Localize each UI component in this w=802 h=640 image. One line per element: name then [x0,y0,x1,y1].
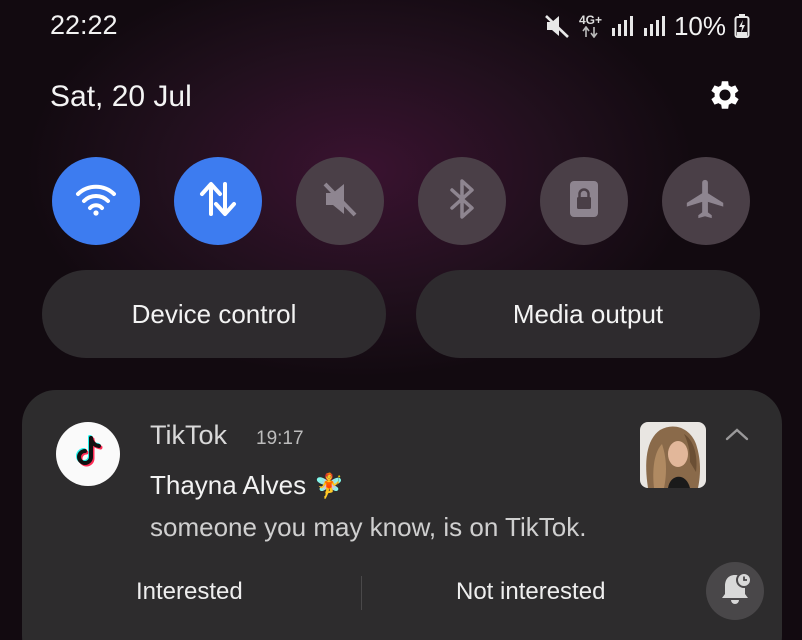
notification-app-name: TikTok [150,420,228,450]
notification-title: Thayna Alves 🧚 [150,470,344,501]
notification-title-text: Thayna Alves [150,470,307,500]
data-arrows-icon [198,180,238,223]
battery-percent: 10% [673,10,726,41]
rotation-lock-tile[interactable] [540,157,628,245]
network-type-label: 4G+ [578,12,602,27]
device-control-button[interactable]: Device control [42,270,386,358]
status-icons: 4G+ 10% [543,10,750,42]
wifi-tile[interactable] [52,157,140,245]
wifi-icon [74,181,118,222]
settings-button[interactable] [704,76,746,118]
network-type-indicator: 4G+ [578,12,602,38]
tiktok-logo-icon [71,434,105,475]
airplane-icon [683,176,729,227]
collapse-button[interactable] [722,424,752,448]
action-divider [361,576,362,610]
bell-clock-icon [716,570,754,613]
signal-icon [642,14,666,38]
status-bar: 22:22 4G+ 10% [0,0,802,52]
mute-icon [543,13,571,39]
notification-body: someone you may know, is on TikTok. [150,512,587,542]
media-output-button[interactable]: Media output [416,270,760,358]
data-arrows-icon [581,25,599,38]
chevron-up-icon [724,426,750,447]
bluetooth-icon [446,178,478,225]
bluetooth-tile[interactable] [418,157,506,245]
airplane-mode-tile[interactable] [662,157,750,245]
notification-thumbnail[interactable] [640,422,706,488]
signal-icon [610,14,634,38]
media-output-label: Media output [512,298,664,329]
notification-time: 19:17 [256,428,304,449]
sound-tile[interactable] [296,157,384,245]
date-label: Sat, 20 Jul [50,80,192,113]
gear-icon [706,76,744,119]
status-time: 22:22 [50,10,118,40]
device-control-label: Device control [131,298,297,329]
mute-icon [320,179,360,224]
fairy-emoji-icon: 🧚 [314,471,344,500]
interested-button[interactable]: Interested [136,578,243,606]
battery-charging-icon [734,13,750,39]
mobile-data-tile[interactable] [174,157,262,245]
not-interested-button[interactable]: Not interested [456,578,605,606]
lock-icon [566,178,602,225]
snooze-button[interactable] [706,562,764,620]
tiktok-app-icon [56,422,120,486]
quick-settings-row [52,157,752,245]
